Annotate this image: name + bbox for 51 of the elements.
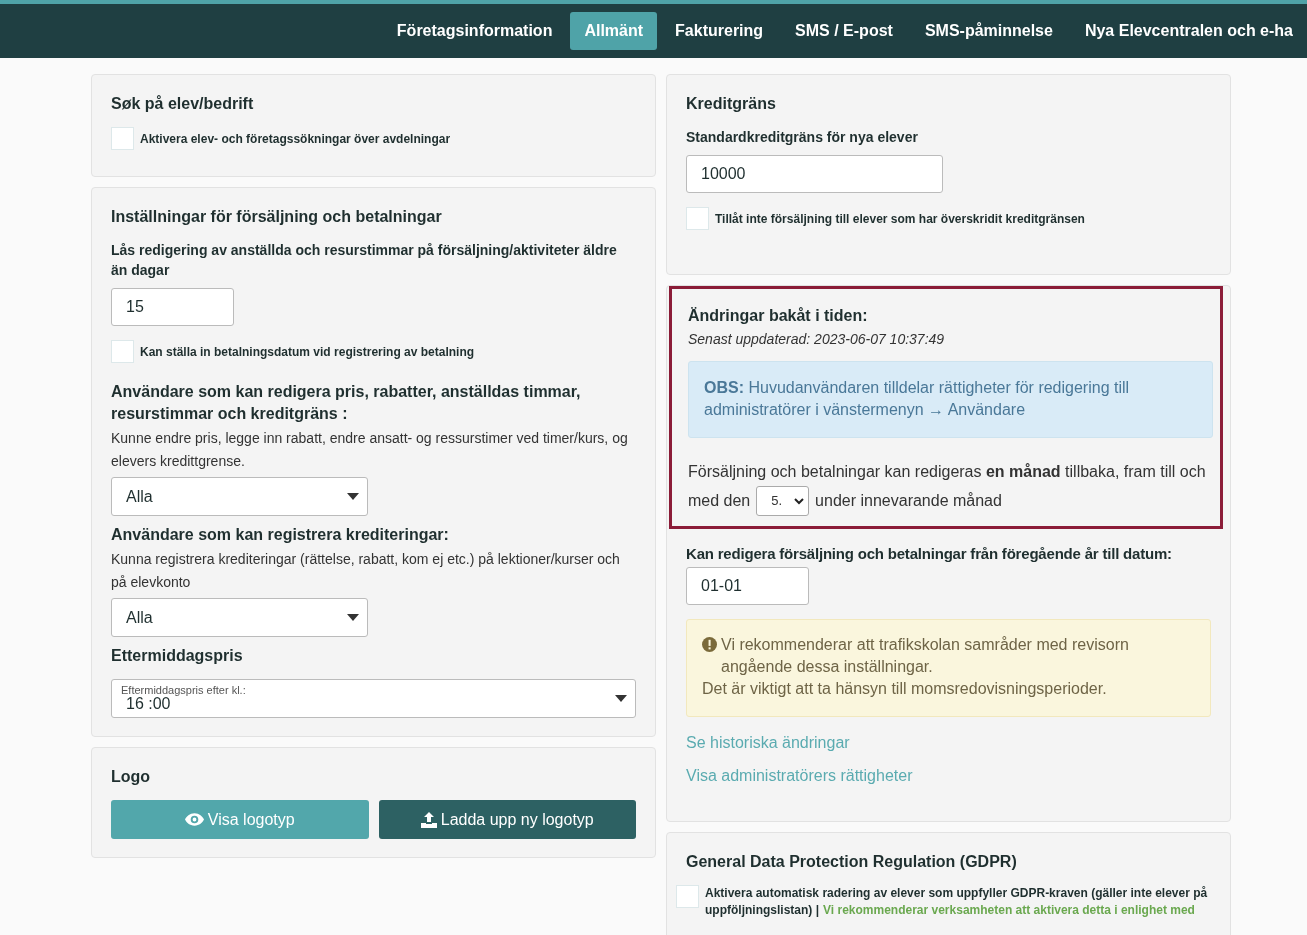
card-title: Kreditgräns	[686, 95, 777, 113]
recommendation-note: Vi rekommenderar verksamheten att aktivera detta i enlighet med	[823, 902, 1195, 919]
input-field[interactable]: 10000	[686, 155, 943, 193]
card-title: Logo	[111, 768, 152, 786]
warning-text: Det är viktigt att ta hänsyn till momsredovisningsperioder.	[702, 679, 1107, 699]
nav-tab[interactable]: Nya Elevcentralen och e-ha	[1070, 12, 1307, 50]
input-field[interactable]: 15	[111, 288, 234, 326]
eye-icon	[184, 813, 204, 826]
upload-icon	[420, 811, 437, 828]
input-field[interactable]: 01-01	[686, 567, 809, 605]
day-dropdown[interactable]: 5.	[756, 486, 810, 516]
card-title: Inställningar för försäljning och betalningar	[111, 208, 443, 226]
card-title: Ändringar bakåt i tiden:	[688, 307, 869, 325]
caret-icon	[347, 493, 359, 500]
sentence-text: under innevarande månad	[815, 491, 1002, 511]
checkbox-label: Aktivera elev- och företagssökningar över avdelningar	[140, 131, 451, 146]
dropdown[interactable]: Alla	[111, 598, 368, 637]
description-text: Kunne endre pris, legge inn rabatt, endre ansatt- og ressurstimer ved timer/kurs, og elevers kredittgrense.	[111, 429, 629, 471]
checkbox-label: Kan ställa in betalningsdatum vid registrering av betalning	[140, 344, 475, 359]
warning-text: Vi rekommenderar att trafikskolan samråder med revisorn angående dessa inställningar.	[721, 635, 1130, 677]
checkbox-label: uppföljningslistan) |	[705, 902, 819, 919]
field-label: Kan redigera försäljning och betalningar från föregående år till datum:	[686, 544, 1173, 564]
sentence-text: Försäljning och betalningar kan redigeras en månad tillbaka, fram till och	[688, 463, 1206, 480]
field-label: Lås redigering av anställda och resurstimmar på försäljning/aktiviteter äldre än dagar	[111, 241, 618, 280]
section-heading: Användare som kan registrera krediteringar:	[111, 525, 450, 545]
dropdown[interactable]: Eftermiddagspris efter kl.: 16 :00	[111, 679, 636, 718]
last-updated-text: Senast uppdaterad: 2023-06-07 10:37:49	[688, 331, 946, 347]
sentence-text: med den	[688, 491, 751, 511]
section-heading: Ettermiddagspris	[111, 646, 244, 666]
nav-tab[interactable]: SMS-påminnelse	[910, 12, 1067, 50]
dropdown[interactable]: Alla	[111, 477, 368, 516]
checkbox[interactable]	[111, 127, 134, 150]
checkbox[interactable]	[111, 340, 134, 363]
checkbox[interactable]	[686, 207, 709, 230]
chevron-icon	[794, 497, 805, 505]
info-message: OBS: Huvudanvändaren tilldelar rättigheter för redigering till administratörer i vänstermenyn → Användare	[688, 361, 1213, 438]
logo-button[interactable]: Ladda upp ny logotyp	[378, 800, 636, 839]
checkbox-label: Aktivera automatisk radering av elever som uppfyller GDPR-kraven (gäller inte elever på	[705, 885, 1208, 902]
nav-tab[interactable]: SMS / E-post	[781, 12, 907, 50]
caret-icon	[347, 614, 359, 621]
field-label: Standardkreditgräns för nya elever	[686, 128, 919, 147]
nav-tab[interactable]: Företagsinformation	[382, 12, 567, 50]
description-text: Kunna registrera krediteringar (rättelse, rabatt, kom ej etc.) på lektioner/kurser och på elevkonto	[111, 550, 621, 592]
exclamation-icon	[702, 637, 717, 652]
checkbox-label: Tillåt inte försäljning till elever som har överskridit kreditgränsen	[715, 211, 1085, 226]
card-title: General Data Protection Regulation (GDPR)	[686, 853, 1018, 871]
checkbox[interactable]	[676, 885, 699, 908]
card-title: Søk på elev/bedrift	[111, 95, 255, 113]
section-heading: Användare som kan redigera pris, rabatter, anställdas timmar, resurstimmar och kreditgräns :	[111, 382, 582, 424]
caret-icon	[615, 695, 627, 702]
nav-tab[interactable]: Fakturering	[661, 12, 778, 50]
